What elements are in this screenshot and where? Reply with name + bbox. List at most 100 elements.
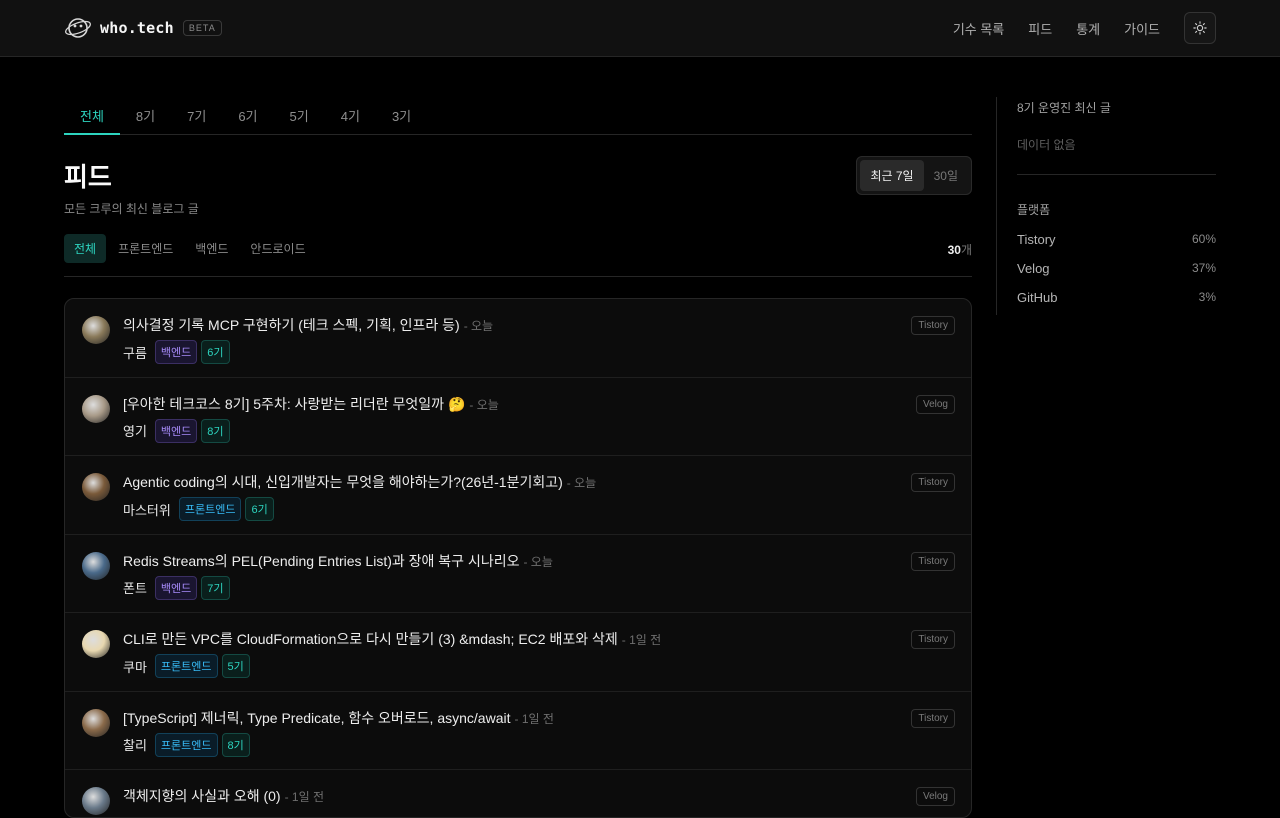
tab-gen-5[interactable]: 5기 <box>274 97 325 134</box>
post-time: - 오늘 <box>463 319 494 333</box>
period-30d-button[interactable]: 30일 <box>924 160 968 191</box>
author-name[interactable]: 영기 <box>123 421 147 440</box>
generation-badge: 6기 <box>201 340 230 364</box>
feed-item[interactable]: 의사결정 기록 MCP 구현하기 (테크 스펙, 기획, 인프라 등) - 오늘구… <box>65 299 971 378</box>
platform-name: Tistory <box>1017 232 1056 247</box>
feed-item[interactable]: Agentic coding의 시대, 신입개발자는 무엇을 해야하는가?(26… <box>65 456 971 535</box>
beta-badge: BETA <box>182 20 222 36</box>
logo[interactable]: who.tech BETA <box>64 14 222 42</box>
avatar <box>82 551 110 580</box>
post-meta: 찰리 프론트엔드 8기 <box>123 732 254 757</box>
author-name[interactable]: 쿠마 <box>123 657 147 676</box>
post-title[interactable]: [TypeScript] 제너릭, Type Predicate, 함수 오버로… <box>123 708 554 728</box>
recent-posts-title: 8기 운영진 최신 글 <box>1017 101 1111 115</box>
post-time: - 오늘 <box>566 476 597 490</box>
post-title[interactable]: [우아한 테크코스 8기] 5주차: 사랑받는 리더란 무엇일까 🤔 - 오늘 <box>123 394 499 414</box>
main-content: 전체 8기 7기 6기 5기 4기 3기 피드 모든 크루의 최신 블로그 글 … <box>64 97 972 818</box>
nav-generations[interactable]: 기수 목록 <box>953 19 1004 38</box>
filter-backend[interactable]: 백엔드 <box>185 234 238 263</box>
avatar <box>82 473 110 501</box>
author-name[interactable]: 구름 <box>123 343 147 362</box>
post-title[interactable]: 의사결정 기록 MCP 구현하기 (테크 스펙, 기획, 인프라 등) - 오늘 <box>123 315 493 335</box>
generation-badge: 8기 <box>221 732 250 757</box>
post-count-value: 30 <box>947 243 961 257</box>
post-meta: 구름 백엔드 6기 <box>123 340 234 364</box>
platform-name: GitHub <box>1017 290 1058 305</box>
generation-badge: 5기 <box>221 654 250 678</box>
post-meta: 영기 백엔드 8기 <box>123 418 234 443</box>
platform-row: Velog 37% <box>1017 261 1216 276</box>
post-title[interactable]: Redis Streams의 PEL(Pending Entries List)… <box>123 551 553 571</box>
tab-gen-3[interactable]: 3기 <box>376 97 427 134</box>
post-time: - 오늘 <box>523 554 553 569</box>
platform-badge: Velog <box>915 787 955 806</box>
theme-toggle-button[interactable] <box>1184 12 1216 44</box>
feed-item[interactable]: Redis Streams의 PEL(Pending Entries List)… <box>65 535 971 613</box>
feed-item[interactable]: [TypeScript] 제너릭, Type Predicate, 함수 오버로… <box>65 692 971 770</box>
platform-name: Velog <box>1017 261 1050 276</box>
avatar <box>82 394 110 423</box>
platform-badge: Tistory <box>911 473 955 492</box>
avatar <box>82 630 110 658</box>
post-meta: 마스터위 프론트엔드 6기 <box>123 497 278 521</box>
filter-all[interactable]: 전체 <box>64 234 107 263</box>
tab-gen-8[interactable]: 8기 <box>120 97 171 134</box>
post-title[interactable]: Agentic coding의 시대, 신입개발자는 무엇을 해야하는가?(26… <box>123 472 596 492</box>
title-section: 피드 모든 크루의 최신 블로그 글 최근 7일 30일 <box>64 135 972 231</box>
post-title-text: Agentic coding의 시대, 신입개발자는 무엇을 해야하는가?(26… <box>123 474 563 490</box>
nav-stats[interactable]: 통계 <box>1076 19 1100 38</box>
track-filters: 전체 프론트엔드 백엔드 안드로이드 <box>64 234 318 263</box>
filter-android[interactable]: 안드로이드 <box>240 234 315 263</box>
feed-item[interactable]: CLI로 만든 VPC를 CloudFormation으로 다시 만들기 (3)… <box>65 613 971 692</box>
tab-all[interactable]: 전체 <box>64 97 120 135</box>
sun-icon <box>1193 21 1207 35</box>
track-badge: 백엔드 <box>154 340 198 364</box>
post-meta: 폰트 백엔드 7기 <box>123 575 234 600</box>
platform-pct: 37% <box>1191 261 1216 275</box>
feed-list: 의사결정 기록 MCP 구현하기 (테크 스펙, 기획, 인프라 등) - 오늘구… <box>64 298 972 818</box>
post-title[interactable]: CLI로 만든 VPC를 CloudFormation으로 다시 만들기 (3)… <box>123 629 661 649</box>
post-time: - 오늘 <box>469 397 499 412</box>
page-title: 피드 <box>64 162 112 192</box>
period-toggle: 최근 7일 30일 <box>856 156 972 195</box>
period-7d-button[interactable]: 최근 7일 <box>860 160 924 191</box>
platform-row: GitHub 3% <box>1017 290 1216 305</box>
platform-row: Tistory 60% <box>1017 232 1216 247</box>
platform-title: 플랫폼 <box>1017 203 1051 217</box>
feed-item[interactable]: [우아한 테크코스 8기] 5주차: 사랑받는 리더란 무엇일까 🤔 - 오늘영기… <box>65 378 971 456</box>
avatar <box>82 708 110 737</box>
tab-gen-7[interactable]: 7기 <box>171 97 222 134</box>
nav-feed[interactable]: 피드 <box>1028 19 1052 38</box>
post-title-text: [우아한 테크코스 8기] 5주차: 사랑받는 리더란 무엇일까 🤔 <box>123 395 466 412</box>
generation-badge: 6기 <box>245 497 274 521</box>
tab-gen-4[interactable]: 4기 <box>325 97 376 134</box>
track-badge: 프론트엔드 <box>154 654 218 678</box>
platform-badge: Velog <box>915 394 955 414</box>
post-time: - 1일 전 <box>514 711 554 726</box>
nav-guide[interactable]: 가이드 <box>1124 19 1160 38</box>
author-name[interactable]: 찰리 <box>123 735 147 754</box>
avatar <box>82 787 110 815</box>
logo-icon <box>65 18 91 38</box>
top-nav: 기수 목록 피드 통계 가이드 <box>953 12 1216 44</box>
filter-frontend[interactable]: 프론트엔드 <box>108 234 183 263</box>
post-count-unit: 개 <box>960 243 972 257</box>
post-title-text: Redis Streams의 PEL(Pending Entries List)… <box>123 552 520 569</box>
post-meta: 쿠마 프론트엔드 5기 <box>123 654 254 678</box>
logo-text: who.tech <box>100 19 174 37</box>
generation-badge: 7기 <box>201 575 230 600</box>
post-title[interactable]: 객체지향의 사실과 오해 (0) - 1일 전 <box>123 786 324 806</box>
avatar <box>82 316 110 344</box>
platform-badge: Tistory <box>911 708 955 728</box>
track-badge: 프론트엔드 <box>178 497 242 521</box>
platform-badge: Tistory <box>911 630 955 649</box>
page-subtitle: 모든 크루의 최신 블로그 글 <box>64 202 199 216</box>
author-name[interactable]: 마스터위 <box>123 500 171 519</box>
tab-gen-6[interactable]: 6기 <box>222 97 273 134</box>
author-name[interactable]: 폰트 <box>123 578 147 597</box>
post-time: - 1일 전 <box>621 633 662 647</box>
feed-item[interactable]: 객체지향의 사실과 오해 (0) - 1일 전 Velog <box>65 770 971 817</box>
track-badge: 백엔드 <box>154 575 198 600</box>
post-title-text: 객체지향의 사실과 오해 (0) <box>123 788 281 804</box>
post-time: - 1일 전 <box>284 790 325 804</box>
